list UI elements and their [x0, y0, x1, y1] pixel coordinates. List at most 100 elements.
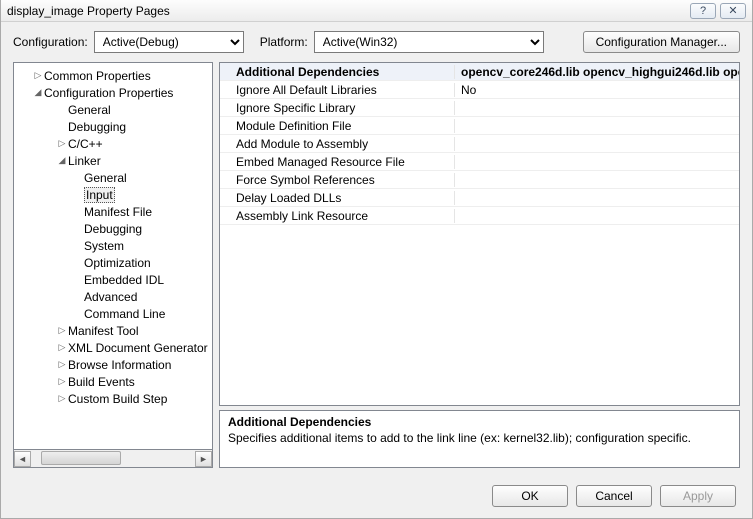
- expand-icon[interactable]: ◢: [32, 87, 44, 98]
- property-name: Additional Dependencies: [220, 65, 455, 79]
- tree-panel: ▷Common Properties◢Configuration Propert…: [13, 62, 213, 468]
- tree-item-label: Advanced: [84, 290, 137, 304]
- help-button[interactable]: ?: [690, 3, 716, 19]
- property-grid[interactable]: Additional Dependenciesopencv_core246d.l…: [219, 62, 740, 406]
- property-name: Embed Managed Resource File: [220, 155, 455, 169]
- chevron-left-icon: ◄: [18, 454, 27, 464]
- property-row[interactable]: Ignore Specific Library: [220, 99, 739, 117]
- scroll-left-button[interactable]: ◄: [14, 451, 31, 467]
- scroll-thumb[interactable]: [41, 451, 121, 465]
- tree-item-label: Common Properties: [44, 69, 151, 83]
- tree-item-label: Linker: [68, 154, 101, 168]
- configuration-select[interactable]: Active(Debug): [94, 31, 244, 53]
- titlebar: display_image Property Pages ? ✕: [1, 0, 752, 22]
- tree-item-label: General: [68, 103, 111, 117]
- titlebar-buttons: ? ✕: [690, 3, 746, 19]
- body: ▷Common Properties◢Configuration Propert…: [1, 62, 752, 474]
- tree-hscrollbar[interactable]: ◄ ►: [13, 450, 213, 468]
- expand-icon[interactable]: ▷: [56, 342, 68, 353]
- tree-item-label: C/C++: [68, 137, 103, 151]
- property-name: Ignore Specific Library: [220, 101, 455, 115]
- expand-icon[interactable]: ▷: [32, 70, 44, 81]
- tree-item[interactable]: ◢Configuration Properties: [14, 84, 212, 101]
- property-value[interactable]: opencv_core246d.lib opencv_highgui246d.l…: [455, 65, 739, 79]
- tree-item-label: Build Events: [68, 375, 135, 389]
- tree-item[interactable]: Input: [14, 186, 212, 203]
- property-row[interactable]: Module Definition File: [220, 117, 739, 135]
- tree-item[interactable]: ◢Linker: [14, 152, 212, 169]
- property-name: Add Module to Assembly: [220, 137, 455, 151]
- property-name: Ignore All Default Libraries: [220, 83, 455, 97]
- tree-item-label: XML Document Generator: [68, 341, 208, 355]
- tree-item[interactable]: General: [14, 169, 212, 186]
- property-row[interactable]: Additional Dependenciesopencv_core246d.l…: [220, 63, 739, 81]
- expand-icon[interactable]: ▷: [56, 393, 68, 404]
- expand-icon[interactable]: ▷: [56, 376, 68, 387]
- tree-item-label: General: [84, 171, 127, 185]
- tree-item-label: Input: [84, 187, 115, 203]
- property-row[interactable]: Delay Loaded DLLs: [220, 189, 739, 207]
- tree-item[interactable]: ▷Manifest Tool: [14, 322, 212, 339]
- tree-item-label: System: [84, 239, 124, 253]
- expand-icon[interactable]: ▷: [56, 138, 68, 149]
- property-row[interactable]: Assembly Link Resource: [220, 207, 739, 225]
- description-title: Additional Dependencies: [228, 415, 731, 429]
- tree-item[interactable]: System: [14, 237, 212, 254]
- property-row[interactable]: Force Symbol References: [220, 171, 739, 189]
- tree-item-label: Command Line: [84, 307, 165, 321]
- property-name: Delay Loaded DLLs: [220, 191, 455, 205]
- property-name: Force Symbol References: [220, 173, 455, 187]
- tree-item[interactable]: Command Line: [14, 305, 212, 322]
- tree-item-label: Manifest File: [84, 205, 152, 219]
- property-name: Module Definition File: [220, 119, 455, 133]
- tree-item-label: Custom Build Step: [68, 392, 167, 406]
- tree-item-label: Debugging: [84, 222, 142, 236]
- tree-item[interactable]: Embedded IDL: [14, 271, 212, 288]
- tree-item[interactable]: General: [14, 101, 212, 118]
- property-value[interactable]: No: [455, 83, 739, 97]
- description-panel: Additional Dependencies Specifies additi…: [219, 410, 740, 468]
- footer: OK Cancel Apply: [1, 474, 752, 518]
- tree-item-label: Manifest Tool: [68, 324, 138, 338]
- property-name: Assembly Link Resource: [220, 209, 455, 223]
- description-text: Specifies additional items to add to the…: [228, 431, 731, 445]
- close-button[interactable]: ✕: [720, 3, 746, 19]
- platform-select[interactable]: Active(Win32): [314, 31, 544, 53]
- property-row[interactable]: Ignore All Default LibrariesNo: [220, 81, 739, 99]
- config-bar: Configuration: Active(Debug) Platform: A…: [1, 22, 752, 62]
- tree-item[interactable]: ▷C/C++: [14, 135, 212, 152]
- configuration-label: Configuration:: [13, 35, 88, 49]
- tree-item[interactable]: ▷Common Properties: [14, 67, 212, 84]
- ok-button[interactable]: OK: [492, 485, 568, 507]
- tree-item[interactable]: ▷Custom Build Step: [14, 390, 212, 407]
- window-title: display_image Property Pages: [7, 4, 170, 18]
- tree-item-label: Browse Information: [68, 358, 171, 372]
- tree-item-label: Debugging: [68, 120, 126, 134]
- right-panel: Additional Dependenciesopencv_core246d.l…: [219, 62, 740, 468]
- tree-item[interactable]: Debugging: [14, 118, 212, 135]
- tree-item[interactable]: Manifest File: [14, 203, 212, 220]
- tree-item[interactable]: Optimization: [14, 254, 212, 271]
- platform-label: Platform:: [260, 35, 308, 49]
- tree-item-label: Optimization: [84, 256, 151, 270]
- help-icon: ?: [700, 5, 706, 17]
- scroll-right-button[interactable]: ►: [195, 451, 212, 467]
- expand-icon[interactable]: ▷: [56, 325, 68, 336]
- configuration-manager-button[interactable]: Configuration Manager...: [583, 31, 740, 53]
- expand-icon[interactable]: ▷: [56, 359, 68, 370]
- tree-item[interactable]: Debugging: [14, 220, 212, 237]
- tree-item[interactable]: ▷Browse Information: [14, 356, 212, 373]
- tree-item[interactable]: ▷Build Events: [14, 373, 212, 390]
- close-icon: ✕: [728, 4, 737, 17]
- property-row[interactable]: Embed Managed Resource File: [220, 153, 739, 171]
- apply-button[interactable]: Apply: [660, 485, 736, 507]
- property-row[interactable]: Add Module to Assembly: [220, 135, 739, 153]
- scroll-track[interactable]: [31, 451, 195, 467]
- chevron-right-icon: ►: [199, 454, 208, 464]
- tree-item[interactable]: Advanced: [14, 288, 212, 305]
- tree-item[interactable]: ▷XML Document Generator: [14, 339, 212, 356]
- nav-tree[interactable]: ▷Common Properties◢Configuration Propert…: [13, 62, 213, 450]
- expand-icon[interactable]: ◢: [56, 155, 68, 166]
- tree-item-label: Embedded IDL: [84, 273, 164, 287]
- cancel-button[interactable]: Cancel: [576, 485, 652, 507]
